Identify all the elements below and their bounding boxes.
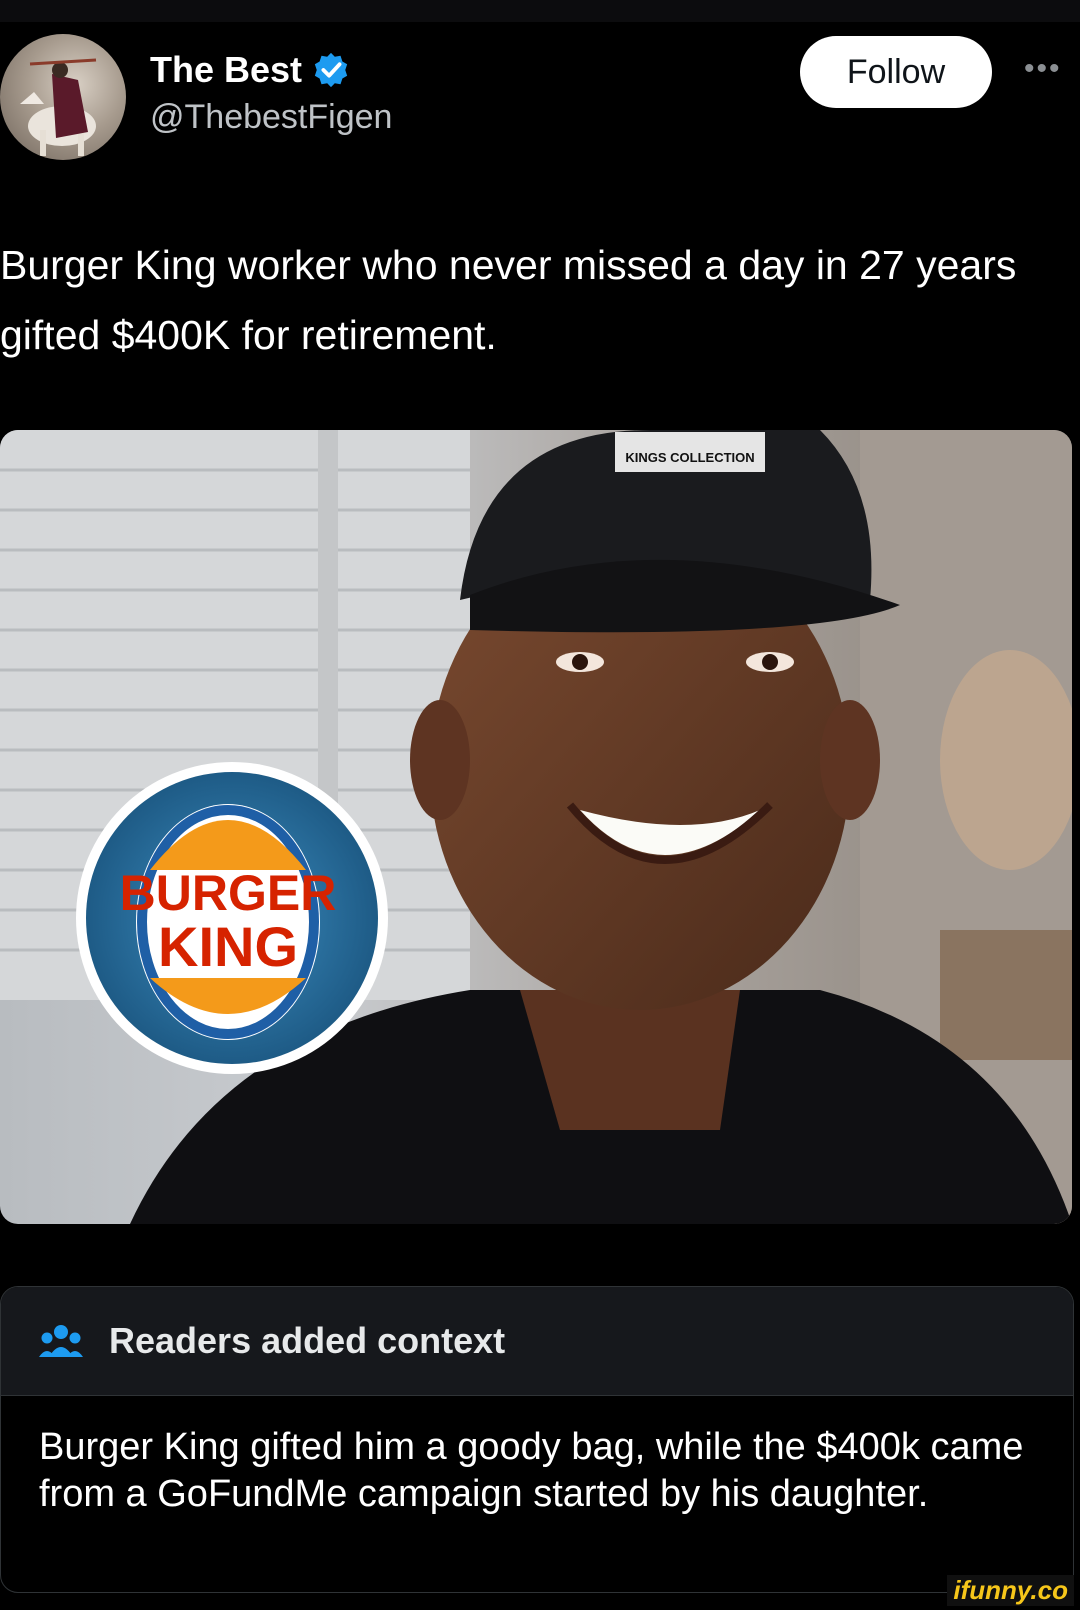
- top-strip: [0, 0, 1080, 22]
- avatar[interactable]: [0, 34, 126, 160]
- community-note: Readers added context Burger King gifted…: [0, 1286, 1074, 1593]
- readers-group-icon: [39, 1325, 83, 1357]
- follow-button[interactable]: Follow: [800, 36, 992, 108]
- cap-logo-text: KINGS COLLECTION: [625, 450, 754, 465]
- badge-line-1: BURGER: [120, 865, 337, 921]
- watermark: ifunny.co: [947, 1575, 1074, 1606]
- community-note-header: Readers added context: [1, 1287, 1073, 1396]
- badge-line-2: KING: [158, 915, 298, 978]
- community-note-title: Readers added context: [109, 1320, 506, 1361]
- post-image[interactable]: KINGS COLLECTION BURGER KING: [0, 430, 1072, 1224]
- post-text: Burger King worker who never missed a da…: [0, 242, 1017, 358]
- more-options-icon[interactable]: •••: [1024, 52, 1062, 86]
- author-name[interactable]: The Best: [150, 49, 302, 91]
- community-note-body: Burger King gifted him a goody bag, whil…: [39, 1426, 1024, 1515]
- author-handle[interactable]: @ThebestFigen: [150, 98, 392, 137]
- verified-badge-icon: [314, 52, 348, 88]
